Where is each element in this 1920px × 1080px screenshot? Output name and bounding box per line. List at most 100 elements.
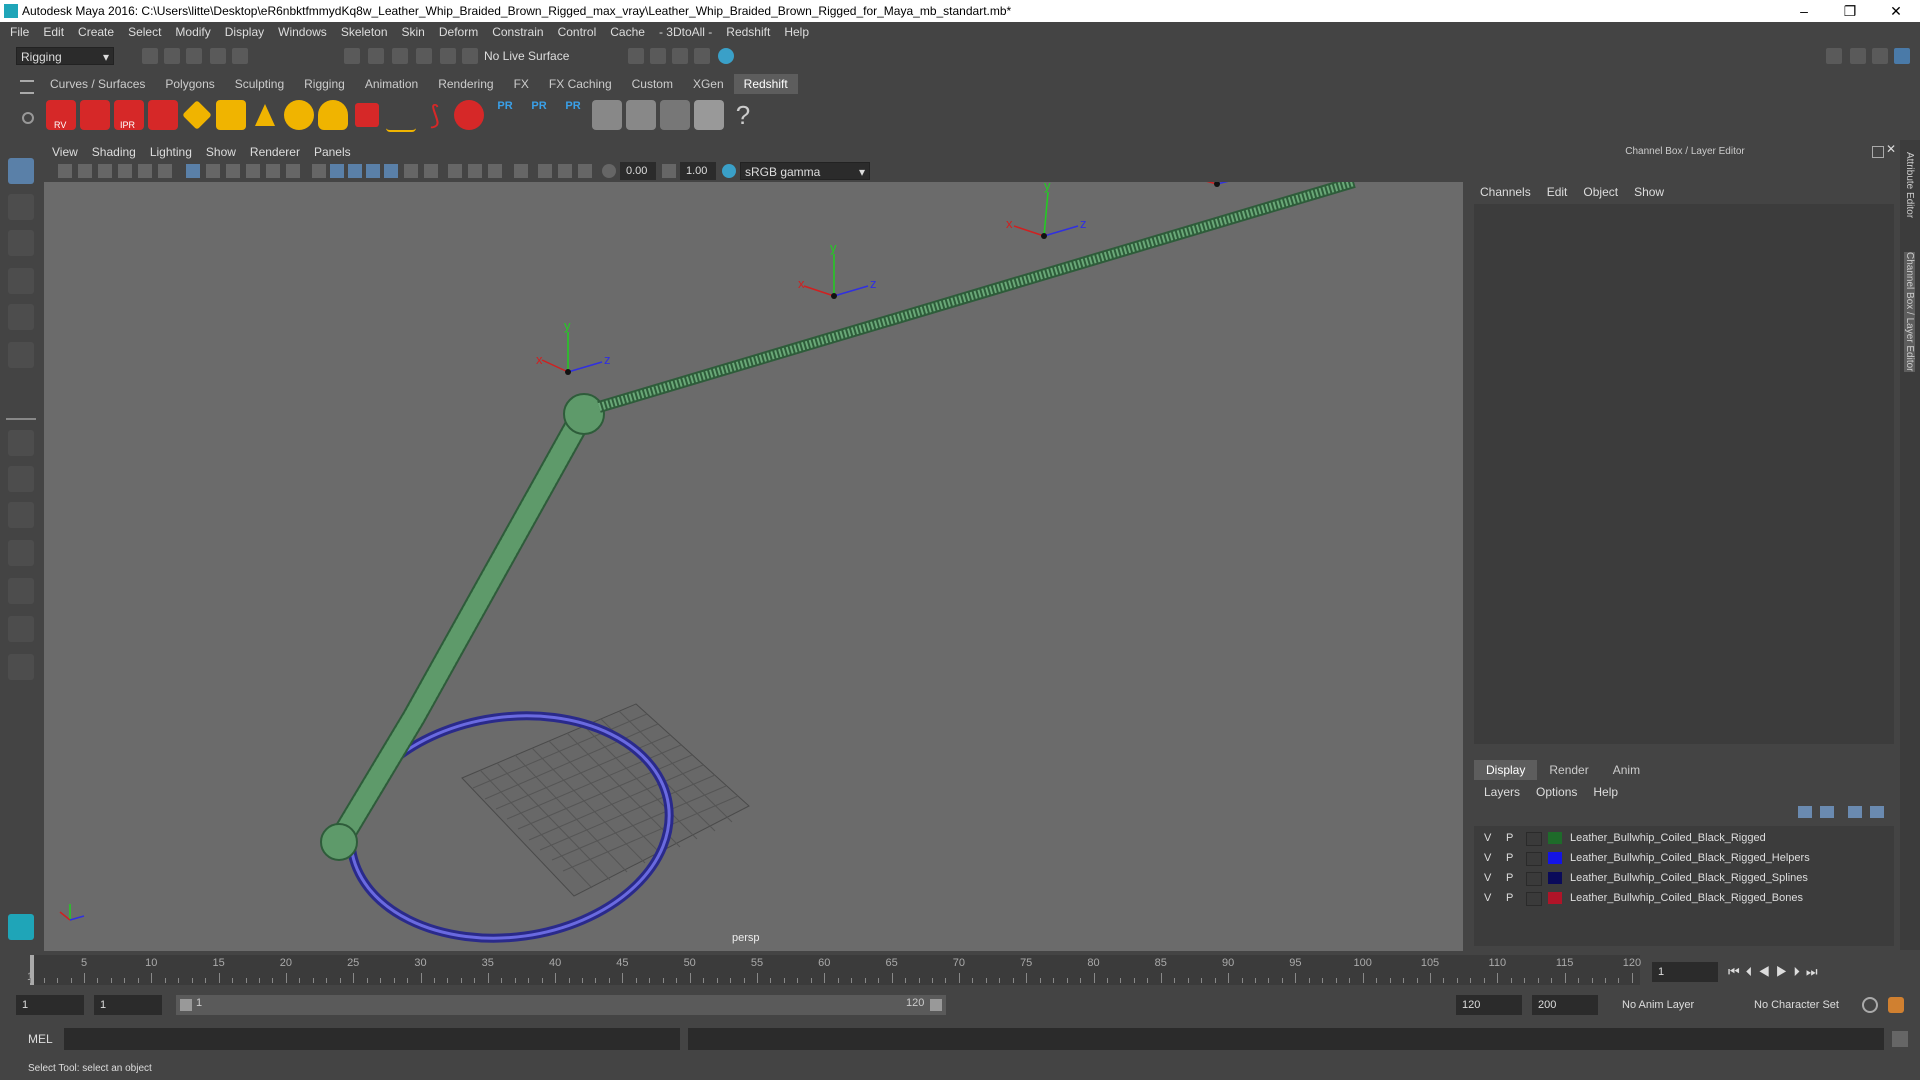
menu-redshift[interactable]: Redshift [726, 25, 770, 39]
menu-3dtoall[interactable]: - 3DtoAll - [659, 25, 712, 39]
exposure-field[interactable]: 0.00 [620, 162, 656, 180]
gamma-icon[interactable] [662, 164, 676, 178]
paint-select-tool-icon[interactable] [8, 230, 34, 256]
layer-type-swatch[interactable] [1526, 892, 1542, 906]
select-object-icon[interactable] [368, 48, 384, 64]
tab-render[interactable]: Render [1537, 760, 1600, 780]
redshift-script-icon[interactable] [660, 100, 690, 130]
go-to-start-icon[interactable]: ⏮ [1728, 964, 1746, 979]
safe-action-icon[interactable] [286, 164, 300, 178]
menu-help[interactable]: Help [784, 25, 809, 39]
smooth-shade-icon[interactable] [330, 164, 344, 178]
menu-constrain[interactable]: Constrain [492, 25, 543, 39]
step-back-key-icon[interactable]: ◀ [1758, 964, 1776, 979]
select-tool-icon[interactable] [8, 158, 34, 184]
layer-type-swatch[interactable] [1526, 832, 1542, 846]
perspective-viewport[interactable]: y x z y x z y x z persp [44, 182, 1463, 951]
bookmark-icon[interactable] [98, 164, 112, 178]
wireframe-on-shaded-icon[interactable] [348, 164, 362, 178]
tab-animation[interactable]: Animation [355, 74, 428, 94]
layer-row[interactable]: V P Leather_Bullwhip_Coiled_Black_Rigged… [1474, 888, 1894, 908]
layer-color-swatch[interactable] [1548, 852, 1562, 864]
layer-playback-toggle[interactable]: P [1506, 848, 1513, 868]
channel-box-toggle-icon[interactable] [1894, 48, 1910, 64]
camera-select-icon[interactable] [58, 164, 72, 178]
layer-visibility-toggle[interactable]: V [1484, 828, 1491, 848]
script-editor-icon[interactable] [1892, 1031, 1908, 1047]
scene-end-field[interactable]: 200 [1532, 995, 1598, 1015]
redshift-light-icon[interactable] [182, 100, 212, 130]
viewport-menu-view[interactable]: View [52, 145, 78, 159]
go-to-end-icon[interactable]: ⏭ [1806, 964, 1824, 979]
minimize-button[interactable]: – [1784, 0, 1824, 22]
use-all-lights-icon[interactable] [384, 164, 398, 178]
menu-create[interactable]: Create [78, 25, 114, 39]
menu-deform[interactable]: Deform [439, 25, 478, 39]
tab-xgen[interactable]: XGen [683, 74, 734, 94]
viewport-menu-lighting[interactable]: Lighting [150, 145, 192, 159]
tab-polygons[interactable]: Polygons [155, 74, 224, 94]
time-ruler[interactable]: 1 5 10 15 20 25 30 35 40 45 50 55 60 65 70 75 80 85 90 95 1… [27, 955, 1641, 985]
persp-graph-layout-icon[interactable] [8, 540, 34, 566]
tab-rendering[interactable]: Rendering [428, 74, 503, 94]
lasso-tool-icon[interactable] [8, 194, 34, 220]
channel-box-menu-object[interactable]: Object [1583, 185, 1618, 199]
gamma-field[interactable]: 1.00 [680, 162, 716, 180]
current-frame-field[interactable]: 1 [1652, 962, 1718, 982]
animation-preferences-icon[interactable] [1888, 997, 1904, 1013]
move-tool-icon[interactable] [8, 268, 34, 294]
render-frame-icon[interactable] [628, 48, 644, 64]
motion-blur-icon[interactable] [468, 164, 482, 178]
exposure-icon[interactable] [602, 164, 616, 178]
maximize-button[interactable]: ❐ [1830, 0, 1870, 22]
close-button[interactable]: ✕ [1876, 0, 1916, 22]
undo-icon[interactable] [210, 48, 226, 64]
viewport-menu-renderer[interactable]: Renderer [250, 145, 300, 159]
viewport-menu-panels[interactable]: Panels [314, 145, 351, 159]
isolate-select-icon[interactable] [514, 164, 528, 178]
layer-type-swatch[interactable] [1526, 872, 1542, 886]
new-scene-icon[interactable] [142, 48, 158, 64]
viewport-menu-show[interactable]: Show [206, 145, 236, 159]
layer-visibility-toggle[interactable]: V [1484, 848, 1491, 868]
render-settings-icon[interactable] [672, 48, 688, 64]
redshift-log-icon[interactable] [694, 100, 724, 130]
tool-settings-toggle-icon[interactable] [1872, 48, 1888, 64]
live-surface-label[interactable]: No Live Surface [484, 48, 569, 64]
auto-key-icon[interactable] [1862, 997, 1878, 1013]
ambient-occlusion-icon[interactable] [448, 164, 462, 178]
persp-uv-layout-icon[interactable] [8, 616, 34, 642]
single-perspective-layout-icon[interactable] [8, 430, 34, 456]
range-start-handle[interactable] [180, 999, 192, 1011]
redshift-renderview-icon[interactable]: RV [46, 100, 76, 130]
attribute-editor-toggle-icon[interactable] [1850, 48, 1866, 64]
save-scene-icon[interactable] [186, 48, 202, 64]
redshift-proxy-icon[interactable] [355, 103, 379, 127]
redshift-settings-icon[interactable] [148, 100, 178, 130]
shelf-menu-icon[interactable] [20, 80, 34, 94]
field-chart-icon[interactable] [266, 164, 280, 178]
grid-toggle-icon[interactable] [186, 164, 200, 178]
persp-hypershade-layout-icon[interactable] [8, 578, 34, 604]
render-globe-icon[interactable] [718, 48, 734, 64]
resolution-gate-icon[interactable] [226, 164, 240, 178]
color-management-icon[interactable] [722, 164, 736, 178]
menu-control[interactable]: Control [558, 25, 597, 39]
redshift-pr-icon-3[interactable]: PR [558, 100, 588, 130]
tab-fx[interactable]: FX [504, 74, 539, 94]
move-layer-up-icon[interactable] [1798, 806, 1812, 818]
menu-file[interactable]: File [10, 25, 29, 39]
redshift-render-icon[interactable] [80, 100, 110, 130]
menu-skeleton[interactable]: Skeleton [341, 25, 388, 39]
redshift-pr-icon-2[interactable]: PR [524, 100, 554, 130]
layer-type-swatch[interactable] [1526, 852, 1542, 866]
channel-box-body[interactable] [1474, 204, 1894, 744]
tab-curves-surfaces[interactable]: Curves / Surfaces [40, 74, 155, 94]
layer-row[interactable]: V P Leather_Bullwhip_Coiled_Black_Rigged… [1474, 868, 1894, 888]
anim-layer-dropdown[interactable]: No Anim Layer [1622, 995, 1742, 1015]
command-language-label[interactable]: MEL [28, 1032, 53, 1046]
redshift-bowl-icon[interactable] [626, 100, 656, 130]
layer-playback-toggle[interactable]: P [1506, 828, 1513, 848]
channel-box-menu-show[interactable]: Show [1634, 185, 1664, 199]
collapse-toolbox-icon[interactable] [8, 654, 34, 680]
